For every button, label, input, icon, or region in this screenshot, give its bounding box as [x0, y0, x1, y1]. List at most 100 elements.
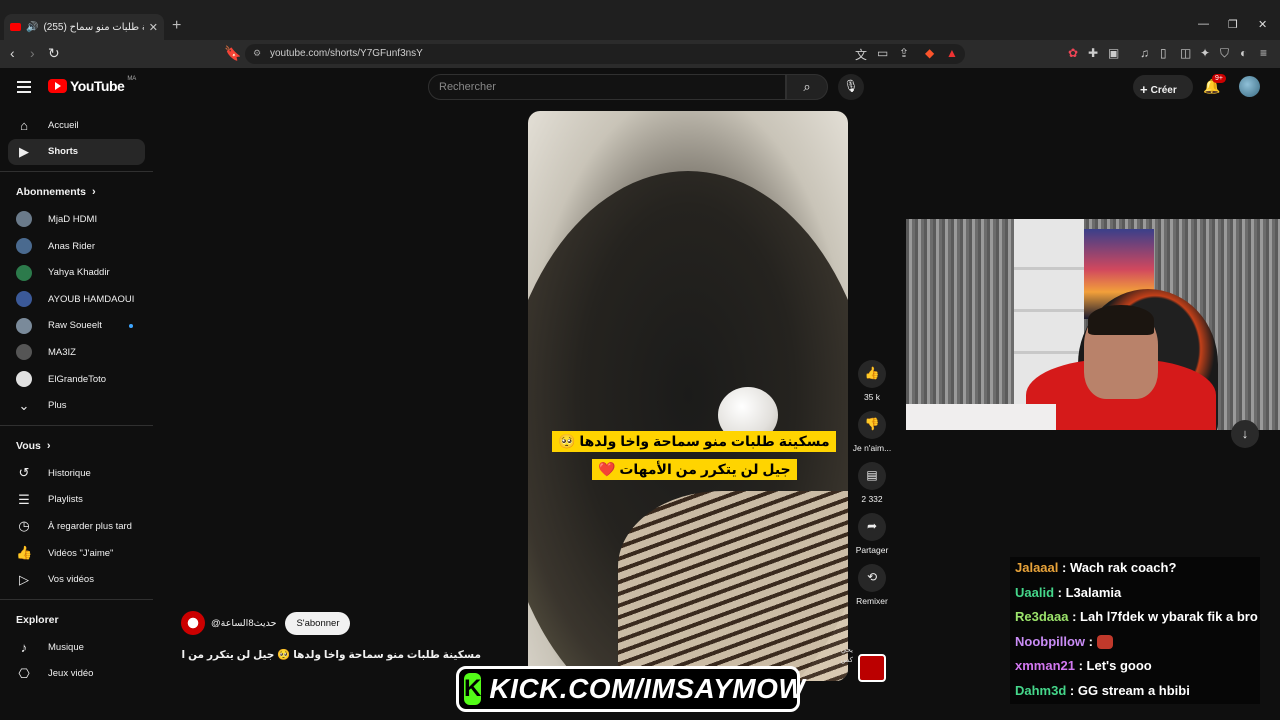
kick-logo-icon: K [464, 673, 482, 705]
like-count: 35 k [863, 392, 881, 402]
maximize-button[interactable]: ❐ [1228, 18, 1238, 31]
channel-avatar[interactable] [181, 611, 205, 635]
comments-button[interactable]: ▤ 2 332 [852, 462, 892, 504]
you-header[interactable]: Vous › [0, 432, 153, 460]
subscribe-button[interactable]: S'abonner [285, 611, 351, 635]
sidebar-item-label: À regarder plus tard [48, 520, 132, 532]
sidebar-item-channel[interactable]: Anas Rider [0, 233, 153, 260]
sound-thumbnail[interactable] [858, 654, 886, 682]
share-icon[interactable]: ⇪ [899, 46, 909, 60]
sidebar-item-channel[interactable]: AYOUB HAMDAOUI [0, 286, 153, 313]
chat-username: Uaalid [1015, 584, 1055, 600]
browser-tab-bar: 🔊 (255) مسكينة طلبات منو سماح ✕ + — ❐ ✕ [0, 0, 1280, 40]
sidebar-item-music[interactable]: ♪ Musique [0, 634, 153, 661]
media-icon[interactable]: ♫ [1140, 46, 1149, 60]
extension-icon[interactable]: ✿ [1068, 46, 1078, 60]
sidebar-item-label: Shorts [48, 146, 79, 158]
sidebar-item-channel[interactable]: MA3IZ [0, 339, 153, 366]
video-side-text: يحي كس [840, 647, 853, 664]
sidebar-item-playlists[interactable]: ☰ Playlists [0, 487, 153, 514]
sidebar-item-home[interactable]: ⌂ Accueil [0, 112, 153, 139]
brave-rewards-icon[interactable]: ▲ [946, 46, 958, 60]
brave-shield-icon[interactable]: ◆ [925, 46, 934, 60]
like-button[interactable]: 👍 35 k [852, 360, 892, 402]
sidebar-icon[interactable]: ▯ [1160, 46, 1167, 60]
sidebar-item-more[interactable]: ⌄ Plus [0, 392, 153, 419]
arrow-down-icon: ↓ [1241, 426, 1249, 441]
sidebar-item-watch-later[interactable]: ◷ À regarder plus tard [0, 513, 153, 540]
history-icon: ↺ [18, 465, 30, 481]
notifications-button[interactable]: 🔔 9+ [1203, 74, 1226, 95]
thumbs-down-icon: 👎 [858, 411, 886, 439]
sidebar-item-channel[interactable]: Yahya Khaddir [0, 259, 153, 286]
sidebar-item-label: Vos vidéos [48, 574, 94, 586]
microphone-icon: 🎙 [843, 79, 859, 93]
chat-emote-icon [1096, 635, 1113, 650]
sidebar-item-channel[interactable]: ElGrandeToto [0, 366, 153, 393]
chat-username: Re3daaa [1015, 609, 1069, 624]
close-window-button[interactable]: ✕ [1258, 18, 1267, 31]
close-tab-icon[interactable]: ✕ [149, 21, 158, 34]
remix-icon: ⟲ [858, 564, 886, 592]
speaker-icon[interactable]: 🔊 [26, 22, 38, 33]
chat-message: Re3daaa : Lah l7fdek w ybarak fik a bro [1015, 609, 1258, 624]
subscriptions-header[interactable]: Abonnements › [0, 178, 153, 206]
sidebar-item-channel[interactable]: MjaD HDMI [0, 206, 153, 233]
new-content-dot [129, 323, 133, 328]
comment-count: 2 332 [861, 494, 883, 504]
account-avatar[interactable] [1239, 76, 1260, 97]
sidebar-item-liked-videos[interactable]: 👍 Vidéos "J'aime" [0, 540, 153, 567]
cast-icon[interactable]: ▭ [877, 46, 888, 60]
wallet-icon[interactable]: ◫ [1180, 46, 1191, 60]
sidebar-item-your-videos[interactable]: ▷ Vos vidéos [0, 566, 153, 593]
sidebar-item-shorts[interactable]: ▶ Shorts [8, 138, 145, 166]
chat-username: Jalaaal [1015, 560, 1059, 575]
chat-text: Lah l7fdek w ybarak fik a bro [1080, 609, 1258, 624]
sidebar-item-gaming[interactable]: ⎔ Jeux vidéo [0, 661, 153, 688]
sidebar-item-label: Musique [48, 641, 84, 653]
section-title: Explorer [16, 613, 59, 626]
browser-tab[interactable]: 🔊 (255) مسكينة طلبات منو سماح ✕ [4, 14, 164, 40]
dislike-label: Je n'aim... [852, 443, 892, 453]
new-tab-button[interactable]: + [172, 17, 181, 35]
chevron-down-icon: ⌄ [18, 397, 30, 413]
voice-search-button[interactable]: 🎙 [838, 74, 864, 100]
sidebar-item-label: Historique [48, 467, 91, 479]
home-icon: ⌂ [20, 117, 28, 133]
create-button[interactable]: + Créer [1133, 75, 1193, 99]
profile-icon[interactable]: ◐ [1240, 46, 1247, 60]
forward-button[interactable]: › [30, 45, 35, 61]
chat-message: xmman21 : Let's gooo [1015, 658, 1152, 673]
back-button[interactable]: ‹ [10, 45, 15, 61]
next-short-button[interactable]: ↓ [1231, 420, 1259, 448]
menu-hamburger-icon[interactable] [17, 81, 31, 96]
vpn-icon[interactable]: ⛉ [1220, 46, 1229, 61]
tabs-icon[interactable]: ▣ [1108, 46, 1119, 60]
extensions-puzzle-icon[interactable]: ✚ [1088, 46, 1098, 60]
search-button[interactable]: ⌕ [786, 74, 828, 100]
url-text: youtube.com/shorts/Y7GFunf3nsY [270, 48, 423, 59]
sidebar-item-channel[interactable]: Raw Soueelt [0, 313, 153, 340]
shorts-icon: ▶ [19, 143, 29, 159]
share-button[interactable]: ➦ Partager [852, 513, 892, 555]
dislike-button[interactable]: 👎 Je n'aim... [852, 411, 892, 453]
short-video-player[interactable]: مسكينة طلبات منو سماحة واخا ولدها 🥺 جيل … [528, 111, 848, 681]
reload-button[interactable]: ↻ [48, 45, 60, 62]
minimize-button[interactable]: — [1198, 18, 1209, 30]
sidebar-item-label: Anas Rider [48, 240, 95, 252]
short-description[interactable]: مسكينة طلبات منو سماحة واخا ولدها 🥺 جيل … [181, 648, 481, 661]
search-input[interactable]: Rechercher [428, 74, 786, 100]
channel-name[interactable]: @حديث8الساعة [211, 618, 276, 629]
leo-icon[interactable]: ✦ [1200, 46, 1210, 60]
menu-icon[interactable]: ≡ [1260, 46, 1267, 60]
sidebar-item-history[interactable]: ↺ Historique [0, 460, 153, 487]
youtube-logo[interactable]: YouTube MA [48, 76, 136, 94]
chat-text: Wach rak coach? [1069, 560, 1177, 575]
bookmark-icon[interactable]: 🔖 [224, 45, 241, 62]
sidebar-item-label: Yahya Khaddir [48, 267, 110, 279]
site-info-icon[interactable]: ⚙ [253, 48, 261, 59]
section-title: Vous [16, 439, 41, 452]
remix-button[interactable]: ⟲ Remixer [852, 564, 892, 606]
translate-icon[interactable]: 文 [855, 46, 867, 63]
short-actions: 👍 35 k 👎 Je n'aim... ▤ 2 332 ➦ Partager ⟲ Rem… [852, 360, 892, 615]
